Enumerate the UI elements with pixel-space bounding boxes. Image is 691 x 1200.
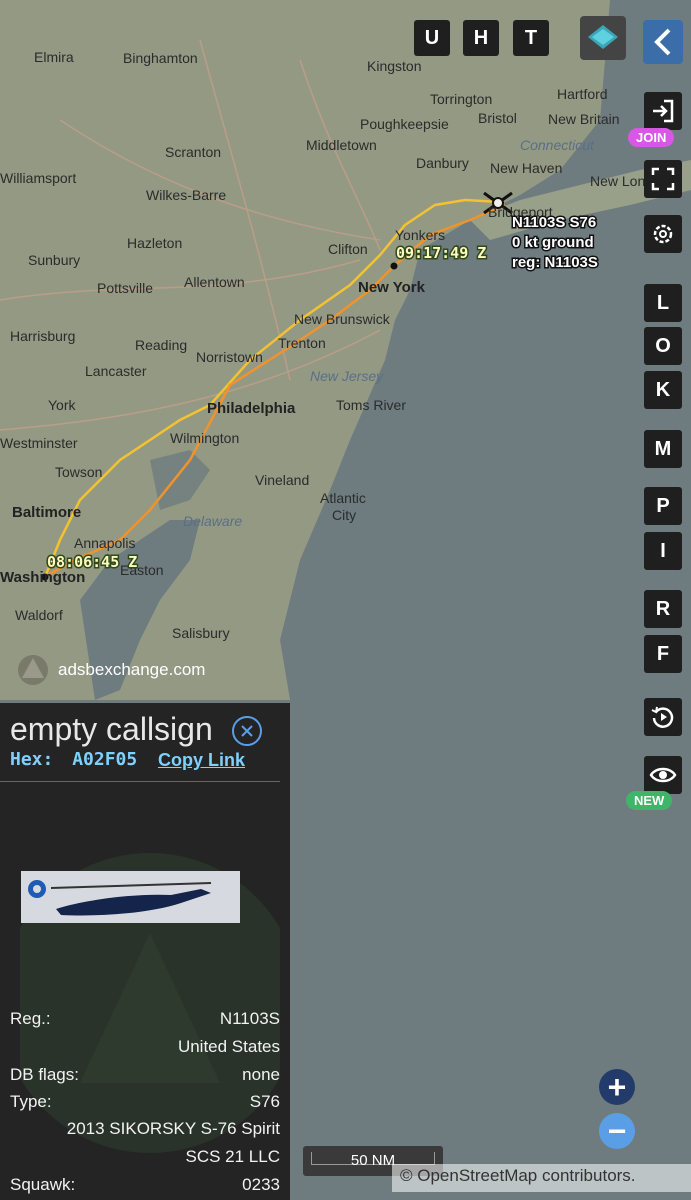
label-elmira: Elmira	[34, 49, 74, 65]
label-wilkes-barre: Wilkes-Barre	[146, 187, 226, 203]
label-new-jersey: New Jersey	[310, 368, 384, 384]
panel-divider	[0, 781, 280, 782]
close-icon	[241, 725, 253, 737]
adsbexchange-watermark: adsbexchange.com	[18, 655, 205, 685]
settings-button[interactable]	[644, 215, 682, 253]
fullscreen-button[interactable]	[644, 160, 682, 198]
login-button[interactable]	[644, 92, 682, 130]
label-hazleton: Hazleton	[127, 235, 182, 251]
replay-button[interactable]	[644, 698, 682, 736]
aircraft-info-panel: empty callsign Hex: A02F05 Copy Link Reg…	[0, 703, 290, 1200]
chevron-left-icon	[654, 28, 671, 56]
label-new-york: New York	[358, 279, 426, 296]
label-hartford: Hartford	[557, 86, 608, 102]
attribution: © OpenStreetMap contributors.	[392, 1164, 691, 1192]
label-middletown: Middletown	[306, 137, 377, 153]
label-norristown: Norristown	[196, 349, 263, 365]
label-bristol: Bristol	[478, 110, 517, 126]
label-delaware: Delaware	[183, 513, 242, 529]
visibility-button[interactable]	[644, 756, 682, 794]
label-scranton: Scranton	[165, 144, 221, 160]
label-sunbury: Sunbury	[28, 252, 80, 268]
label-philadelphia: Philadelphia	[207, 400, 296, 417]
aircraft-photo	[21, 871, 240, 923]
label-clifton: Clifton	[328, 241, 368, 257]
label-city: City	[332, 507, 356, 523]
timestamp-label-1: 09:17:49 Z	[396, 244, 486, 262]
layers-button[interactable]	[580, 16, 626, 60]
label-poughkeepsie: Poughkeepsie	[360, 116, 449, 132]
label-waldorf: Waldorf	[15, 607, 63, 623]
eye-icon	[649, 767, 677, 783]
label-new-brunswick: New Brunswick	[294, 311, 391, 327]
label-vineland: Vineland	[255, 472, 309, 488]
join-badge[interactable]: JOIN	[628, 128, 675, 147]
collapse-sidebar-button[interactable]	[643, 20, 683, 64]
callsign-title: empty callsign	[10, 711, 213, 747]
replay-icon	[651, 706, 674, 728]
label-yonkers: Yonkers	[395, 227, 445, 243]
gear-icon	[653, 224, 673, 244]
label-reading: Reading	[135, 337, 187, 353]
watermark-text: adsbexchange.com	[58, 660, 205, 679]
toggle-k-button[interactable]: K	[644, 371, 682, 409]
toggle-t-button[interactable]: T	[513, 20, 549, 56]
aircraft-label-line3: reg: N1103S	[512, 254, 598, 271]
label-new-britain: New Britain	[548, 111, 620, 127]
label-kingston: Kingston	[367, 58, 421, 74]
toggle-m-button[interactable]: M	[644, 430, 682, 468]
toggle-i-button[interactable]: I	[644, 532, 682, 570]
label-towson: Towson	[55, 464, 102, 480]
hex-label: Hex:	[10, 749, 54, 770]
toggle-o-button[interactable]: O	[644, 327, 682, 365]
label-harrisburg: Harrisburg	[10, 328, 75, 344]
zoom-in-button[interactable]: +	[599, 1069, 635, 1105]
toggle-p-button[interactable]: P	[644, 487, 682, 525]
label-salisbury: Salisbury	[172, 625, 230, 641]
label-york: York	[48, 397, 77, 413]
label-washington: Washington	[0, 569, 85, 586]
label-williamsport: Williamsport	[0, 170, 76, 186]
label-toms-river: Toms River	[336, 397, 406, 413]
new-badge: NEW	[626, 791, 673, 810]
label-torrington: Torrington	[430, 91, 492, 107]
label-allentown: Allentown	[184, 274, 245, 290]
label-annapolis: Annapolis	[74, 535, 136, 551]
label-connecticut: Connecticut	[520, 137, 595, 153]
zoom-out-button[interactable]: −	[599, 1113, 635, 1149]
label-binghamton: Binghamton	[123, 50, 198, 66]
hex-value: A02F05	[72, 749, 138, 770]
toggle-r-button[interactable]: R	[644, 590, 682, 628]
fullscreen-icon	[651, 167, 675, 191]
close-button[interactable]	[232, 716, 262, 746]
aircraft-label-line1: N1103S S76	[512, 214, 596, 231]
toggle-h-button[interactable]: H	[463, 20, 499, 56]
plus-icon: +	[607, 1069, 627, 1105]
label-trenton: Trenton	[278, 335, 326, 351]
label-lancaster: Lancaster	[85, 363, 147, 379]
layers-icon	[588, 25, 618, 49]
toggle-u-button[interactable]: U	[414, 20, 450, 56]
label-westminster: Westminster	[0, 435, 78, 451]
copy-link[interactable]: Copy Link	[158, 750, 245, 771]
label-pottsville: Pottsville	[97, 280, 153, 296]
login-icon	[653, 99, 674, 123]
label-danbury: Danbury	[416, 155, 469, 171]
label-new-haven: New Haven	[490, 160, 562, 176]
label-baltimore: Baltimore	[12, 504, 81, 521]
label-wilmington: Wilmington	[170, 430, 239, 446]
label-atlantic: Atlantic	[320, 490, 366, 506]
toggle-f-button[interactable]: F	[644, 635, 682, 673]
timestamp-label-2: 08:06:45 Z	[47, 553, 137, 571]
minus-icon: −	[607, 1113, 627, 1149]
aircraft-label-line2: 0 kt ground	[512, 234, 594, 251]
aircraft-label: N1103S S76 0 kt ground reg: N1103S	[511, 213, 600, 273]
toggle-l-button[interactable]: L	[644, 284, 682, 322]
